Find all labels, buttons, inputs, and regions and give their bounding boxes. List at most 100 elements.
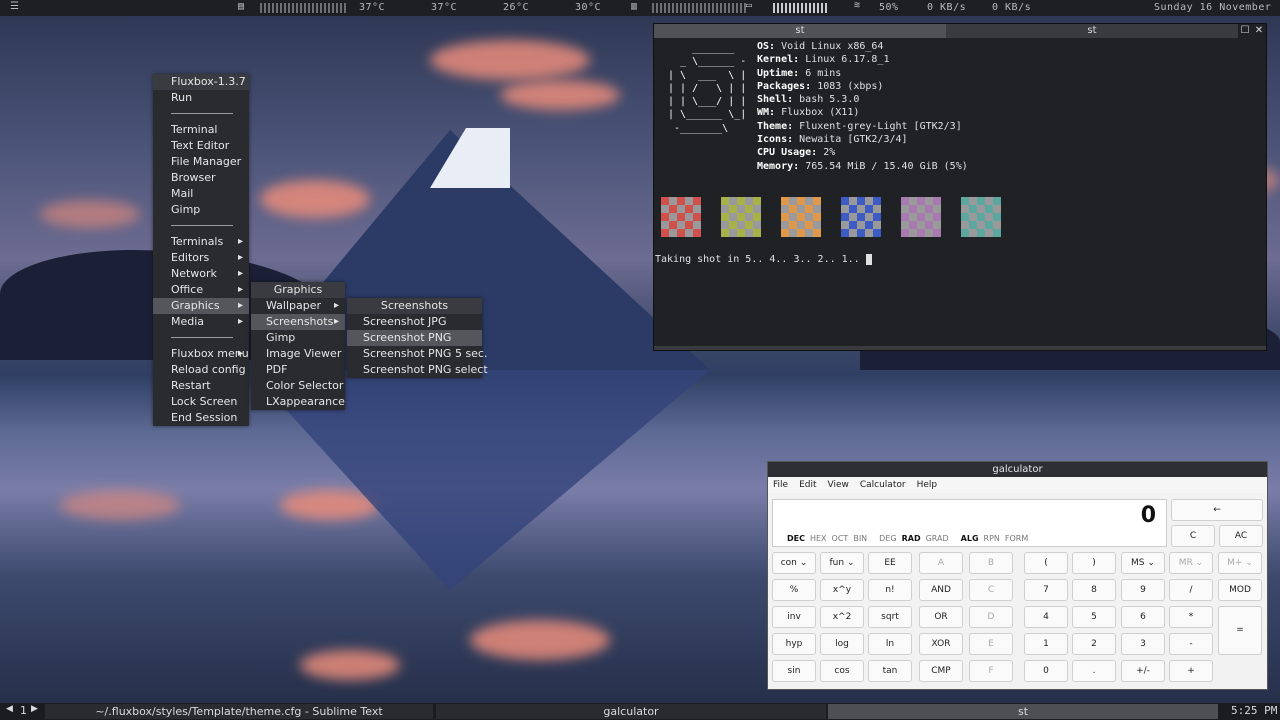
key-e[interactable]: E bbox=[969, 633, 1013, 655]
menu-item-network[interactable]: Network bbox=[153, 266, 249, 282]
key-d[interactable]: D bbox=[969, 606, 1013, 628]
menu-view[interactable]: View bbox=[828, 477, 849, 493]
menu-item-fluxbox-menu[interactable]: Fluxbox menu bbox=[153, 346, 249, 362]
mode-deg[interactable]: DEG bbox=[879, 534, 896, 543]
key-___[interactable]: +/- bbox=[1121, 660, 1165, 682]
key-_[interactable]: - bbox=[1169, 633, 1213, 655]
clear-button[interactable]: C bbox=[1171, 525, 1215, 547]
key-x_y[interactable]: x^y bbox=[820, 579, 864, 601]
prev-workspace-icon[interactable]: ◀ bbox=[6, 704, 13, 714]
key-4[interactable]: 4 bbox=[1024, 606, 1068, 628]
mode-rpn[interactable]: RPN bbox=[984, 534, 1000, 543]
menu-item-end-session[interactable]: End Session bbox=[153, 410, 249, 426]
key-a[interactable]: A bbox=[919, 552, 963, 574]
menu-item-terminals[interactable]: Terminals bbox=[153, 234, 249, 250]
key-2[interactable]: 2 bbox=[1072, 633, 1116, 655]
key-_[interactable]: . bbox=[1072, 660, 1116, 682]
key-inv[interactable]: inv bbox=[772, 606, 816, 628]
menu-item-screenshots[interactable]: Screenshots bbox=[251, 314, 345, 330]
terminal-scrollbar[interactable] bbox=[654, 346, 1266, 350]
key-5[interactable]: 5 bbox=[1072, 606, 1116, 628]
key-x_2[interactable]: x^2 bbox=[820, 606, 864, 628]
task-st[interactable]: st bbox=[828, 704, 1218, 719]
mode-grad[interactable]: GRAD bbox=[926, 534, 949, 543]
menu-item-lock-screen[interactable]: Lock Screen bbox=[153, 394, 249, 410]
menu-item-terminal[interactable]: Terminal bbox=[153, 122, 249, 138]
menu-item-run[interactable]: Run bbox=[153, 90, 249, 106]
menu-item-restart[interactable]: Restart bbox=[153, 378, 249, 394]
key-_[interactable]: ( bbox=[1024, 552, 1068, 574]
key-tan[interactable]: tan bbox=[868, 660, 912, 682]
equals-button[interactable]: = bbox=[1218, 606, 1262, 655]
key-1[interactable]: 1 bbox=[1024, 633, 1068, 655]
menu-item-image-viewer[interactable]: Image Viewer bbox=[251, 346, 345, 362]
mode-hex[interactable]: HEX bbox=[810, 534, 827, 543]
key-fun[interactable]: fun ⌄ bbox=[820, 552, 864, 574]
menu-item-wallpaper[interactable]: Wallpaper bbox=[251, 298, 345, 314]
backspace-button[interactable]: ← bbox=[1171, 499, 1263, 521]
key-_[interactable]: + bbox=[1169, 660, 1213, 682]
menu-edit[interactable]: Edit bbox=[799, 477, 816, 493]
key-mod[interactable]: MOD bbox=[1218, 579, 1262, 601]
key-_[interactable]: ) bbox=[1072, 552, 1116, 574]
key-b[interactable]: B bbox=[969, 552, 1013, 574]
menu-item-graphics[interactable]: Graphics bbox=[153, 298, 249, 314]
menu-item-office[interactable]: Office bbox=[153, 282, 249, 298]
key-hyp[interactable]: hyp bbox=[772, 633, 816, 655]
key-8[interactable]: 8 bbox=[1072, 579, 1116, 601]
key-or[interactable]: OR bbox=[919, 606, 963, 628]
maximize-icon[interactable]: ☐ bbox=[1238, 24, 1252, 38]
key-xor[interactable]: XOR bbox=[919, 633, 963, 655]
menu-item-reload-config[interactable]: Reload config bbox=[153, 362, 249, 378]
menu-calculator[interactable]: Calculator bbox=[860, 477, 906, 493]
menu-item-lxappearance[interactable]: LXappearance bbox=[251, 394, 345, 410]
menu-item-color-selector[interactable]: Color Selector bbox=[251, 378, 345, 394]
mode-form[interactable]: FORM bbox=[1005, 534, 1028, 543]
key-ms[interactable]: MS ⌄ bbox=[1121, 552, 1165, 574]
menu-item-pdf[interactable]: PDF bbox=[251, 362, 345, 378]
mode-rad[interactable]: RAD bbox=[902, 534, 921, 543]
key-sqrt[interactable]: sqrt bbox=[868, 606, 912, 628]
menu-item-browser[interactable]: Browser bbox=[153, 170, 249, 186]
menu-item-screenshot-png[interactable]: Screenshot PNG bbox=[347, 330, 482, 346]
tab-st-2[interactable]: st bbox=[946, 24, 1238, 38]
key-mr[interactable]: MR ⌄ bbox=[1169, 552, 1213, 574]
key-ee[interactable]: EE bbox=[868, 552, 912, 574]
key-sin[interactable]: sin bbox=[772, 660, 816, 682]
key-_[interactable]: * bbox=[1169, 606, 1213, 628]
menu-help[interactable]: Help bbox=[917, 477, 938, 493]
key-0[interactable]: 0 bbox=[1024, 660, 1068, 682]
menu-icon[interactable]: ☰ bbox=[10, 1, 19, 12]
key-n_[interactable]: n! bbox=[868, 579, 912, 601]
key-cos[interactable]: cos bbox=[820, 660, 864, 682]
next-workspace-icon[interactable]: ▶ bbox=[31, 704, 38, 714]
all-clear-button[interactable]: AC bbox=[1219, 525, 1263, 547]
close-icon[interactable]: ✕ bbox=[1252, 24, 1266, 38]
mode-oct[interactable]: OCT bbox=[832, 534, 849, 543]
menu-item-editors[interactable]: Editors bbox=[153, 250, 249, 266]
menu-item-mail[interactable]: Mail bbox=[153, 186, 249, 202]
mode-alg[interactable]: ALG bbox=[961, 534, 979, 543]
mode-bin[interactable]: BIN bbox=[853, 534, 867, 543]
menu-item-screenshot-png-5sec[interactable]: Screenshot PNG 5 sec. bbox=[347, 346, 487, 362]
key-m_[interactable]: M+ ⌄ bbox=[1218, 552, 1262, 574]
key-log[interactable]: log bbox=[820, 633, 864, 655]
key-f[interactable]: F bbox=[969, 660, 1013, 682]
key-6[interactable]: 6 bbox=[1121, 606, 1165, 628]
key-7[interactable]: 7 bbox=[1024, 579, 1068, 601]
menu-item-file-manager[interactable]: File Manager bbox=[153, 154, 249, 170]
menu-item-screenshot-png-select[interactable]: Screenshot PNG select bbox=[347, 362, 488, 378]
menu-item-gimp[interactable]: Gimp bbox=[153, 202, 249, 218]
key-ln[interactable]: ln bbox=[868, 633, 912, 655]
menu-item-screenshot-jpg[interactable]: Screenshot JPG bbox=[347, 314, 482, 330]
menu-item-text-editor[interactable]: Text Editor bbox=[153, 138, 249, 154]
task-sublime-text[interactable]: ~/.fluxbox/styles/Template/theme.cfg - S… bbox=[45, 704, 433, 719]
task-galculator[interactable]: galculator bbox=[436, 704, 826, 719]
menu-item-media[interactable]: Media bbox=[153, 314, 249, 330]
tab-st-1[interactable]: st bbox=[654, 24, 946, 38]
key-_[interactable]: % bbox=[772, 579, 816, 601]
terminal-window[interactable]: st st ☐ ✕ _______ _ \______ - | \ ___ \ … bbox=[653, 23, 1267, 351]
key-9[interactable]: 9 bbox=[1121, 579, 1165, 601]
key-con[interactable]: con ⌄ bbox=[772, 552, 816, 574]
menu-item-gimp[interactable]: Gimp bbox=[251, 330, 345, 346]
